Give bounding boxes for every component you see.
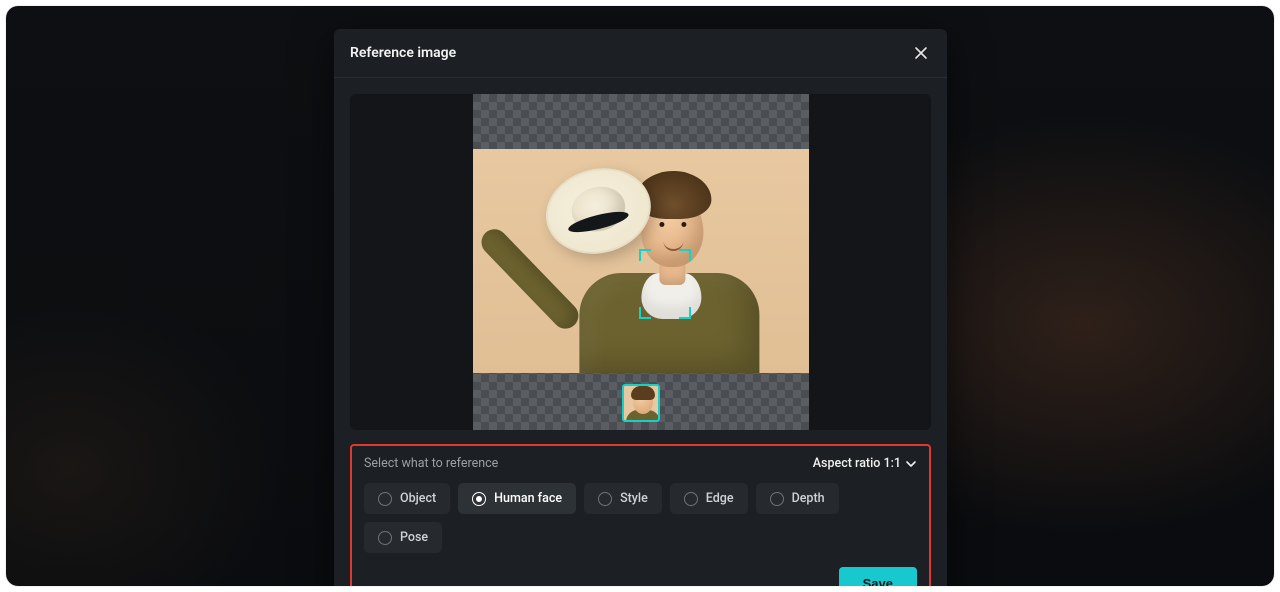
face-crop-thumbnail[interactable]: [622, 384, 660, 422]
save-button[interactable]: Save: [839, 567, 917, 586]
radio-icon: [770, 492, 784, 506]
radio-icon: [472, 492, 486, 506]
modal-body: Select what to reference Aspect ratio 1:…: [334, 78, 947, 586]
reference-controls: Select what to reference Aspect ratio 1:…: [350, 444, 931, 586]
radio-icon: [378, 492, 392, 506]
reference-option-human-face[interactable]: Human face: [458, 483, 576, 514]
chevron-down-icon: [905, 458, 917, 470]
reference-option-label: Object: [400, 491, 436, 506]
reference-option-style[interactable]: Style: [584, 483, 662, 514]
modal-title: Reference image: [350, 45, 456, 61]
reference-photo: [473, 149, 809, 373]
reference-image-modal: Reference image: [334, 29, 947, 586]
reference-option-label: Depth: [792, 491, 825, 506]
reference-option-edge[interactable]: Edge: [670, 483, 748, 514]
close-icon: [914, 46, 928, 60]
aspect-ratio-dropdown[interactable]: Aspect ratio 1:1: [813, 456, 917, 471]
image-preview-panel: [350, 94, 931, 430]
radio-icon: [378, 531, 392, 545]
app-background: Reference image: [6, 6, 1274, 586]
reference-option-label: Human face: [494, 491, 562, 506]
preview-canvas[interactable]: [473, 94, 809, 430]
reference-option-label: Style: [620, 491, 648, 506]
close-button[interactable]: [911, 43, 931, 63]
modal-header: Reference image: [334, 29, 947, 78]
reference-option-object[interactable]: Object: [364, 483, 450, 514]
radio-icon: [598, 492, 612, 506]
reference-option-depth[interactable]: Depth: [756, 483, 839, 514]
reference-option-label: Edge: [706, 491, 734, 506]
controls-prompt: Select what to reference: [364, 456, 498, 471]
reference-type-options: Object Human face Style Edge Depth Pose: [364, 483, 917, 553]
reference-option-pose[interactable]: Pose: [364, 522, 442, 553]
radio-icon: [684, 492, 698, 506]
aspect-ratio-label: Aspect ratio 1:1: [813, 456, 901, 471]
reference-option-label: Pose: [400, 530, 428, 545]
